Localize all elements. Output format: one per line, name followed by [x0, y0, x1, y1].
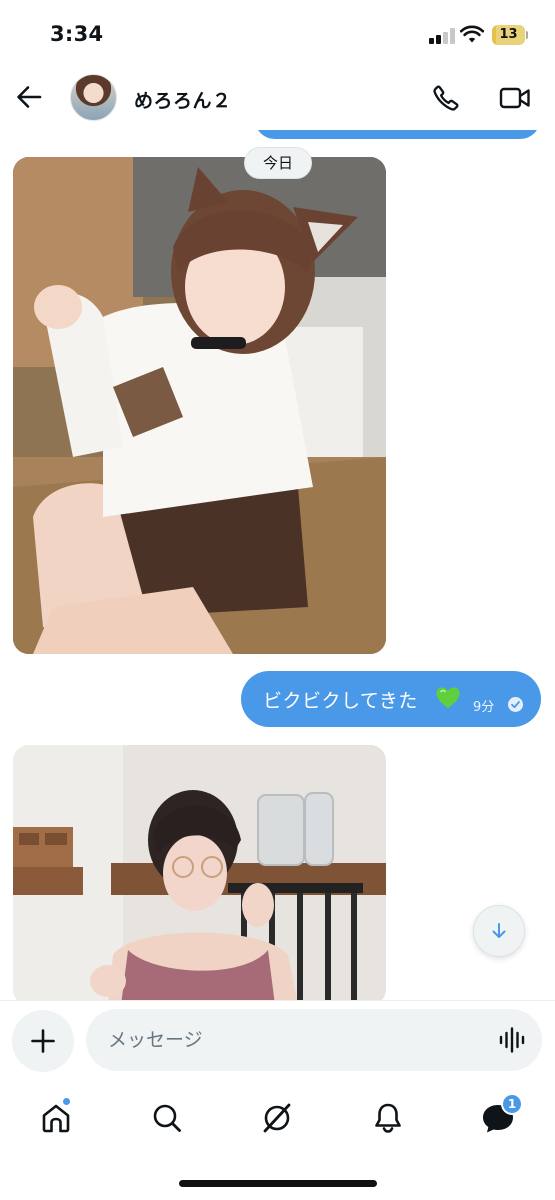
nav-search[interactable] [143, 1094, 191, 1142]
conversation-header: めろろん２ [0, 66, 555, 130]
video-call-button[interactable] [496, 80, 534, 116]
nav-messages[interactable]: 1 [474, 1093, 523, 1142]
cellular-signal-icon [429, 28, 455, 44]
green-heart-icon [436, 687, 460, 708]
grok-icon [263, 1103, 291, 1133]
phone-icon [433, 85, 459, 111]
home-indicator [179, 1180, 377, 1187]
scroll-to-bottom-button[interactable] [473, 905, 525, 957]
back-button[interactable] [12, 80, 46, 114]
add-attachment-button[interactable] [12, 1010, 74, 1072]
status-bar: 3:34 13 [0, 0, 555, 66]
home-icon [42, 1104, 70, 1133]
arrow-down-icon [492, 923, 506, 938]
home-notification-dot [62, 1097, 71, 1106]
video-camera-icon [499, 87, 530, 109]
message-timestamp: 9分 [473, 700, 495, 715]
contact-name[interactable]: めろろん２ [134, 86, 232, 113]
contact-avatar[interactable] [70, 74, 117, 121]
previous-message-bubble[interactable] [255, 130, 540, 139]
messages-unread-badge: 1 [501, 1093, 523, 1115]
voice-message-button[interactable] [497, 1025, 527, 1055]
photo-girl-glasses [13, 745, 386, 1000]
bottom-navigation: 1 [0, 1080, 555, 1200]
waveform-icon [499, 1027, 525, 1053]
image-message[interactable] [13, 157, 386, 654]
outgoing-message-bubble[interactable]: ビクビクしてきた 9分 [241, 671, 541, 727]
voice-call-button[interactable] [428, 80, 464, 116]
nav-home[interactable] [32, 1094, 80, 1142]
message-composer [0, 1000, 555, 1080]
plus-icon [31, 1029, 55, 1053]
status-time: 3:34 [50, 22, 104, 46]
battery-level: 13 [499, 27, 518, 42]
date-separator: 今日 [244, 147, 312, 179]
message-input[interactable] [86, 1009, 542, 1071]
sent-check-icon [508, 697, 523, 712]
bell-icon [375, 1103, 401, 1133]
message-list[interactable]: 今日 ビクビクしてきた 9分 [0, 130, 555, 1000]
image-message[interactable] [13, 745, 386, 1000]
nav-notifications[interactable] [364, 1094, 412, 1142]
wifi-icon [460, 25, 484, 43]
nav-grok[interactable] [253, 1094, 301, 1142]
battery-icon: 13 [492, 25, 528, 45]
message-text: ビクビクしてきた [263, 690, 418, 712]
photo-girl-cat-ears [13, 157, 386, 654]
search-icon [153, 1104, 181, 1132]
arrow-left-icon [17, 86, 42, 108]
